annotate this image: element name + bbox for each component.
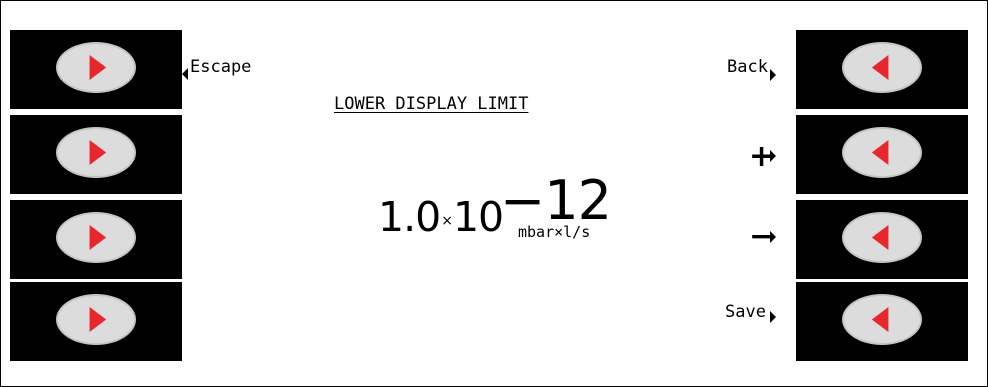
arrow-right-icon — [89, 307, 107, 332]
display-screen: Escape Back LOWER DISPLAY LIMIT + − Save… — [182, 30, 796, 364]
screen-title: LOWER DISPLAY LIMIT — [334, 94, 529, 114]
right-softkey-2[interactable] — [796, 115, 968, 194]
save-label[interactable]: Save — [725, 302, 766, 322]
value-base: 10 — [452, 193, 504, 241]
softkey-oval — [842, 42, 922, 93]
minus-pointer-icon — [770, 231, 776, 243]
arrow-left-icon — [871, 225, 889, 250]
back-label[interactable]: Back — [727, 57, 768, 77]
left-softkey-panel — [10, 30, 182, 364]
value-unit: mbar×l/s — [518, 223, 591, 241]
back-pointer-icon — [770, 69, 776, 81]
arrow-right-icon — [89, 225, 107, 250]
left-softkey-3[interactable] — [10, 200, 182, 279]
arrow-right-icon — [89, 140, 107, 165]
value-mantissa-group: 1.0×10 — [378, 193, 504, 249]
value-exponent: −12 — [500, 169, 612, 232]
right-softkey-3[interactable] — [796, 200, 968, 279]
value-mantissa: 1.0 — [378, 193, 441, 241]
softkey-oval — [56, 212, 136, 263]
left-softkey-1[interactable] — [10, 30, 182, 109]
save-pointer-icon — [770, 311, 776, 323]
right-softkey-1[interactable] — [796, 30, 968, 109]
plus-pointer-icon — [770, 150, 776, 162]
escape-label[interactable]: Escape — [190, 57, 251, 77]
arrow-right-icon — [89, 55, 107, 80]
left-softkey-4[interactable] — [10, 282, 182, 361]
softkey-oval — [56, 42, 136, 93]
softkey-oval — [842, 294, 922, 345]
escape-pointer-icon — [182, 68, 188, 80]
device-frame: Escape Back LOWER DISPLAY LIMIT + − Save… — [0, 0, 988, 387]
arrow-left-icon — [871, 55, 889, 80]
left-softkey-2[interactable] — [10, 115, 182, 194]
softkey-oval — [56, 127, 136, 178]
arrow-left-icon — [871, 307, 889, 332]
right-softkey-4[interactable] — [796, 282, 968, 361]
value-times: × — [441, 213, 453, 229]
right-softkey-panel — [796, 30, 968, 364]
arrow-left-icon — [871, 140, 889, 165]
softkey-oval — [56, 294, 136, 345]
softkey-oval — [842, 127, 922, 178]
softkey-oval — [842, 212, 922, 263]
